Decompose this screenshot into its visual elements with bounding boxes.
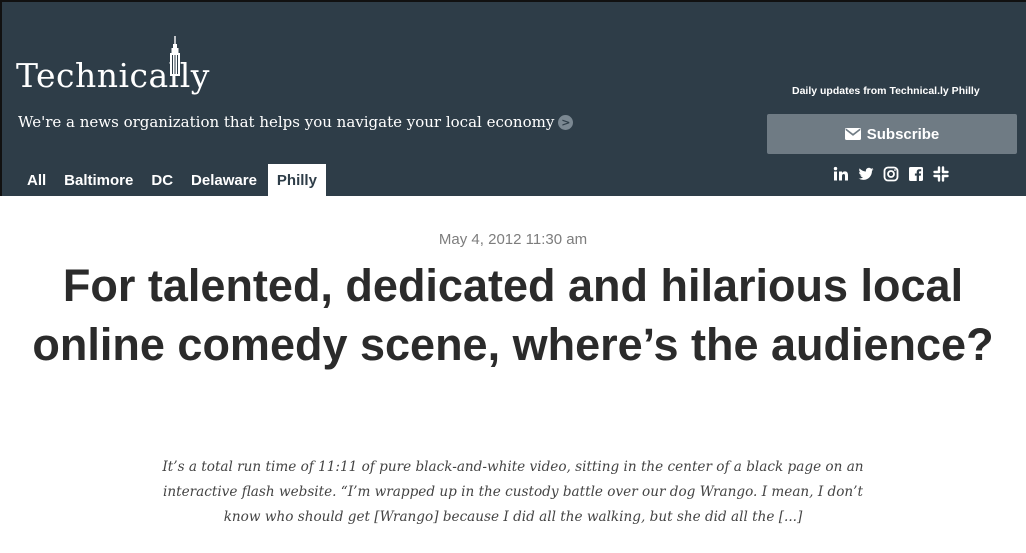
chevron-right-icon[interactable]: > [558,114,574,130]
nav-tab-all[interactable]: All [18,164,55,198]
article-main: May 4, 2012 11:30 am For talented, dedic… [0,196,1026,553]
slack-icon[interactable] [933,166,949,182]
tower-icon [170,36,180,76]
article-excerpt: It’s a total run time of 11:11 of pure b… [162,459,864,525]
site-logo[interactable]: Technically [16,36,226,102]
subscribe-button[interactable]: Subscribe [767,114,1017,154]
nav-tab-dc[interactable]: DC [142,164,182,198]
twitter-icon[interactable] [858,166,874,182]
nav-tab-delaware[interactable]: Delaware [182,164,266,198]
article-title[interactable]: For talented, dedicated and hilarious lo… [30,256,996,374]
post-date: May 4, 2012 11:30 am [438,231,588,248]
region-nav: All Baltimore DC Delaware Philly [18,164,326,198]
instagram-icon[interactable] [883,166,899,182]
site-header: Technically We're a news organization th… [0,0,1026,198]
linkedin-icon[interactable] [833,166,849,182]
tagline-text: We're a news organization that helps you… [18,113,555,131]
site-tagline[interactable]: We're a news organization that helps you… [18,113,574,131]
envelope-icon [844,128,861,140]
newsletter-label: Daily updates from Technical.ly Philly [792,85,980,97]
nav-tab-baltimore[interactable]: Baltimore [55,164,142,198]
nav-tab-philly[interactable]: Philly [267,164,326,198]
social-links [833,165,949,183]
facebook-icon[interactable] [908,166,924,182]
subscribe-label: Subscribe [866,125,940,143]
